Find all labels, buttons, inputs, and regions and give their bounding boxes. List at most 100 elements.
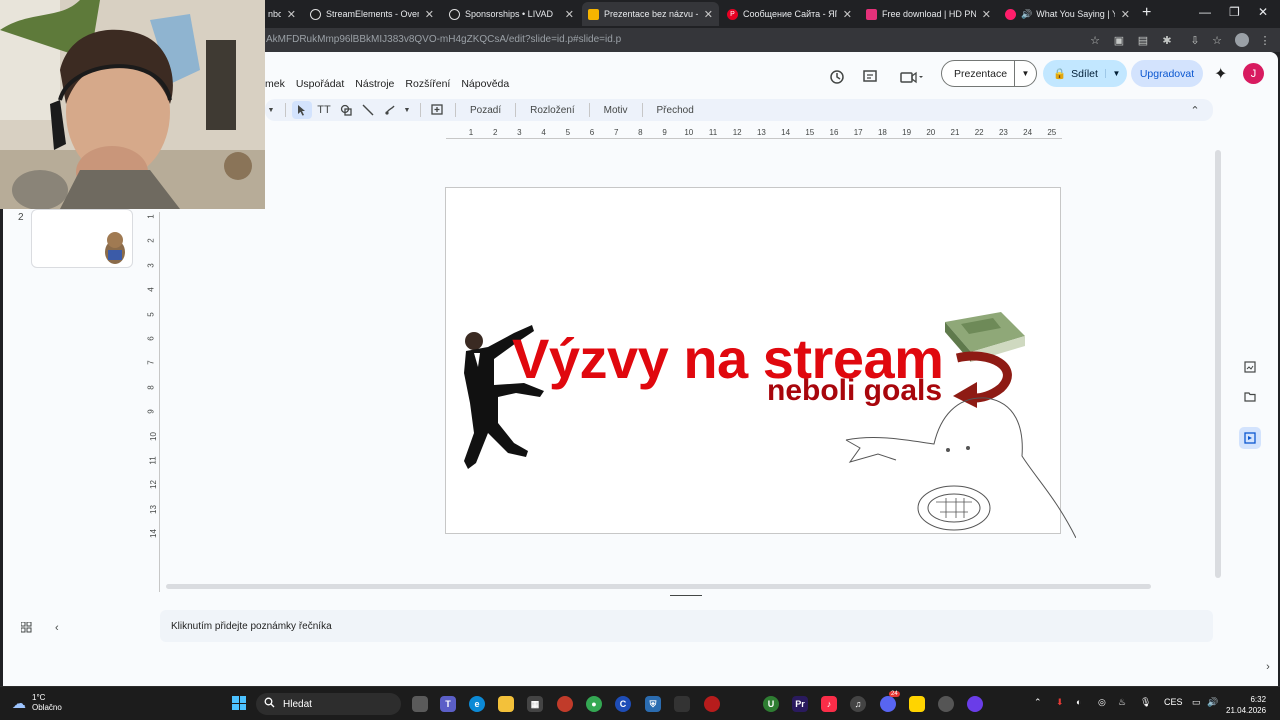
comments-icon[interactable] [859,66,881,88]
close-tab-icon[interactable]: ✕ [425,8,434,21]
app-icon[interactable] [938,696,954,712]
horizontal-scrollbar[interactable] [166,584,1151,589]
shape-icon[interactable] [336,101,356,119]
app-icon[interactable] [909,696,925,712]
url-text[interactable]: AkMFDRukMmp96lBBkMIJ383v8QVO-mH4gZKQCsA/… [266,34,621,45]
transition-button[interactable]: Přechod [649,105,702,116]
add-comment-icon[interactable] [427,101,447,119]
browser-tab[interactable]: 🔊 What You Saying | YouT ✕ [999,2,1136,26]
close-window-icon[interactable]: ✕ [1258,5,1268,19]
ruler-tick-label: 7 [146,360,156,366]
close-tab-icon[interactable]: ✕ [1121,8,1130,21]
shield-icon[interactable]: ⛨ [645,696,661,712]
line-icon[interactable] [358,101,378,119]
monitor-icon[interactable]: ▭ [1192,697,1201,708]
teams-icon[interactable]: T [440,696,456,712]
chevron-up-icon[interactable]: ⌃ [1185,101,1205,119]
discord-icon[interactable] [880,696,896,712]
history-icon[interactable] [826,66,848,88]
fill-color-icon[interactable] [380,101,400,119]
slide-canvas[interactable]: Výzvy na stream neboli goals [445,187,1076,538]
slides-panel-icon[interactable] [1239,427,1261,449]
bookmarks-icon[interactable]: ☆ [1210,33,1224,47]
app-icon[interactable]: C [615,696,631,712]
background-button[interactable]: Pozadí [462,105,509,116]
close-tab-icon[interactable]: ✕ [287,8,296,21]
tray-icon[interactable]: ◐ [1076,697,1081,707]
chevron-down-icon[interactable]: ▼ [1105,69,1127,78]
tray-icon[interactable]: ◎ [1098,697,1106,708]
select-cursor-icon[interactable] [292,101,312,119]
tray-icon[interactable]: ⬇ [1056,697,1064,708]
vertical-scrollbar[interactable] [1215,150,1221,578]
start-button[interactable] [232,696,246,710]
extension-icon[interactable]: ▤ [1136,33,1150,47]
menu-item[interactable]: Nápověda [461,78,509,90]
slide-thumbnail[interactable] [31,209,133,268]
premiere-icon[interactable]: Pr [792,696,808,712]
menu-dots-icon[interactable]: ⋮ [1258,33,1272,47]
notes-resize-handle[interactable] [670,595,702,596]
music-icon[interactable]: ♪ [821,696,837,712]
star-icon[interactable]: ☆ [1088,33,1102,47]
edge-icon[interactable]: e [469,696,485,712]
app-icon[interactable] [967,696,983,712]
speaker-notes[interactable]: Kliknutím přidejte poznámky řečníka [160,610,1213,642]
app-icon[interactable]: ♫ [850,696,866,712]
folder-icon[interactable] [1239,385,1261,407]
app-icon[interactable] [704,696,720,712]
taskbar-search[interactable]: Hledat [256,693,401,715]
upwork-icon[interactable]: U [763,696,779,712]
browser-tab[interactable]: nboard ✕ [262,2,302,26]
browser-tab[interactable]: Sponsorships • LIVAD ✕ [443,2,580,26]
chevron-down-icon[interactable]: ▼ [265,101,277,119]
close-tab-icon[interactable]: ✕ [565,8,574,21]
share-button[interactable]: 🔒 Sdílet ▼ [1043,60,1127,87]
meet-icon[interactable] [896,66,928,88]
menu-item[interactable]: Uspořádat [296,78,344,90]
new-tab-icon[interactable]: + [1142,4,1151,22]
browser-tab[interactable]: P Сообщение Сайта - ЯПлака ✕ [721,2,858,26]
theme-button[interactable]: Motiv [596,105,636,116]
minimize-icon[interactable]: — [1199,5,1211,19]
menu-item[interactable]: mek [265,78,285,90]
gemini-icon[interactable]: ✦ [1214,64,1227,84]
chrome-icon[interactable]: ● [586,696,602,712]
close-tab-icon[interactable]: ✕ [843,8,852,21]
chevron-down-icon[interactable]: ▼ [1015,69,1036,78]
puzzle-icon[interactable]: ✱ [1160,33,1174,47]
file-explorer-icon[interactable] [498,696,514,712]
download-icon[interactable]: ⇩ [1188,33,1202,47]
task-view-icon[interactable] [412,696,428,712]
browser-tab-active[interactable]: Prezentace bez názvu - Prez ✕ [582,2,719,26]
layout-button[interactable]: Rozložení [522,105,582,116]
close-tab-icon[interactable]: ✕ [982,8,991,21]
app-icon[interactable] [674,696,690,712]
clock[interactable]: 6:32 21.04.2026 [1226,694,1266,716]
avatar[interactable]: J [1243,63,1264,84]
maximize-icon[interactable]: ❐ [1229,5,1240,19]
volume-icon[interactable]: 🔊 [1207,697,1218,708]
profile-icon[interactable] [1235,33,1249,47]
browser-tab[interactable]: Free download | HD PNG at ✕ [860,2,997,26]
steam-icon[interactable]: ♨ [1118,697,1126,708]
app-icon[interactable] [557,696,573,712]
chevron-down-icon[interactable]: ▼ [402,101,412,119]
close-tab-icon[interactable]: ✕ [704,8,713,21]
keep-icon[interactable] [1239,356,1261,378]
upgrade-button[interactable]: Upgradovat [1131,60,1203,87]
language-indicator[interactable]: CES [1164,697,1183,707]
menu-item[interactable]: Rozšíření [405,78,450,90]
menu-item[interactable]: Nástroje [355,78,394,90]
weather-widget[interactable]: ☁ 1°C Oblačno [12,693,62,713]
chevron-left-icon[interactable]: ‹ [55,622,59,634]
store-icon[interactable]: ▦ [527,696,543,712]
text-box-icon[interactable]: TT [314,101,334,119]
grid-view-icon[interactable] [20,621,32,636]
browser-tab[interactable]: StreamElements - Overlays ✕ [304,2,440,26]
microphone-icon[interactable]: 🎙 [1140,697,1151,708]
chevron-up-icon[interactable]: ⌃ [1034,697,1042,708]
chevron-right-icon[interactable]: › [1263,656,1273,678]
present-button[interactable]: Prezentace ▼ [941,60,1037,87]
extension-icon[interactable]: ▣ [1112,33,1126,47]
